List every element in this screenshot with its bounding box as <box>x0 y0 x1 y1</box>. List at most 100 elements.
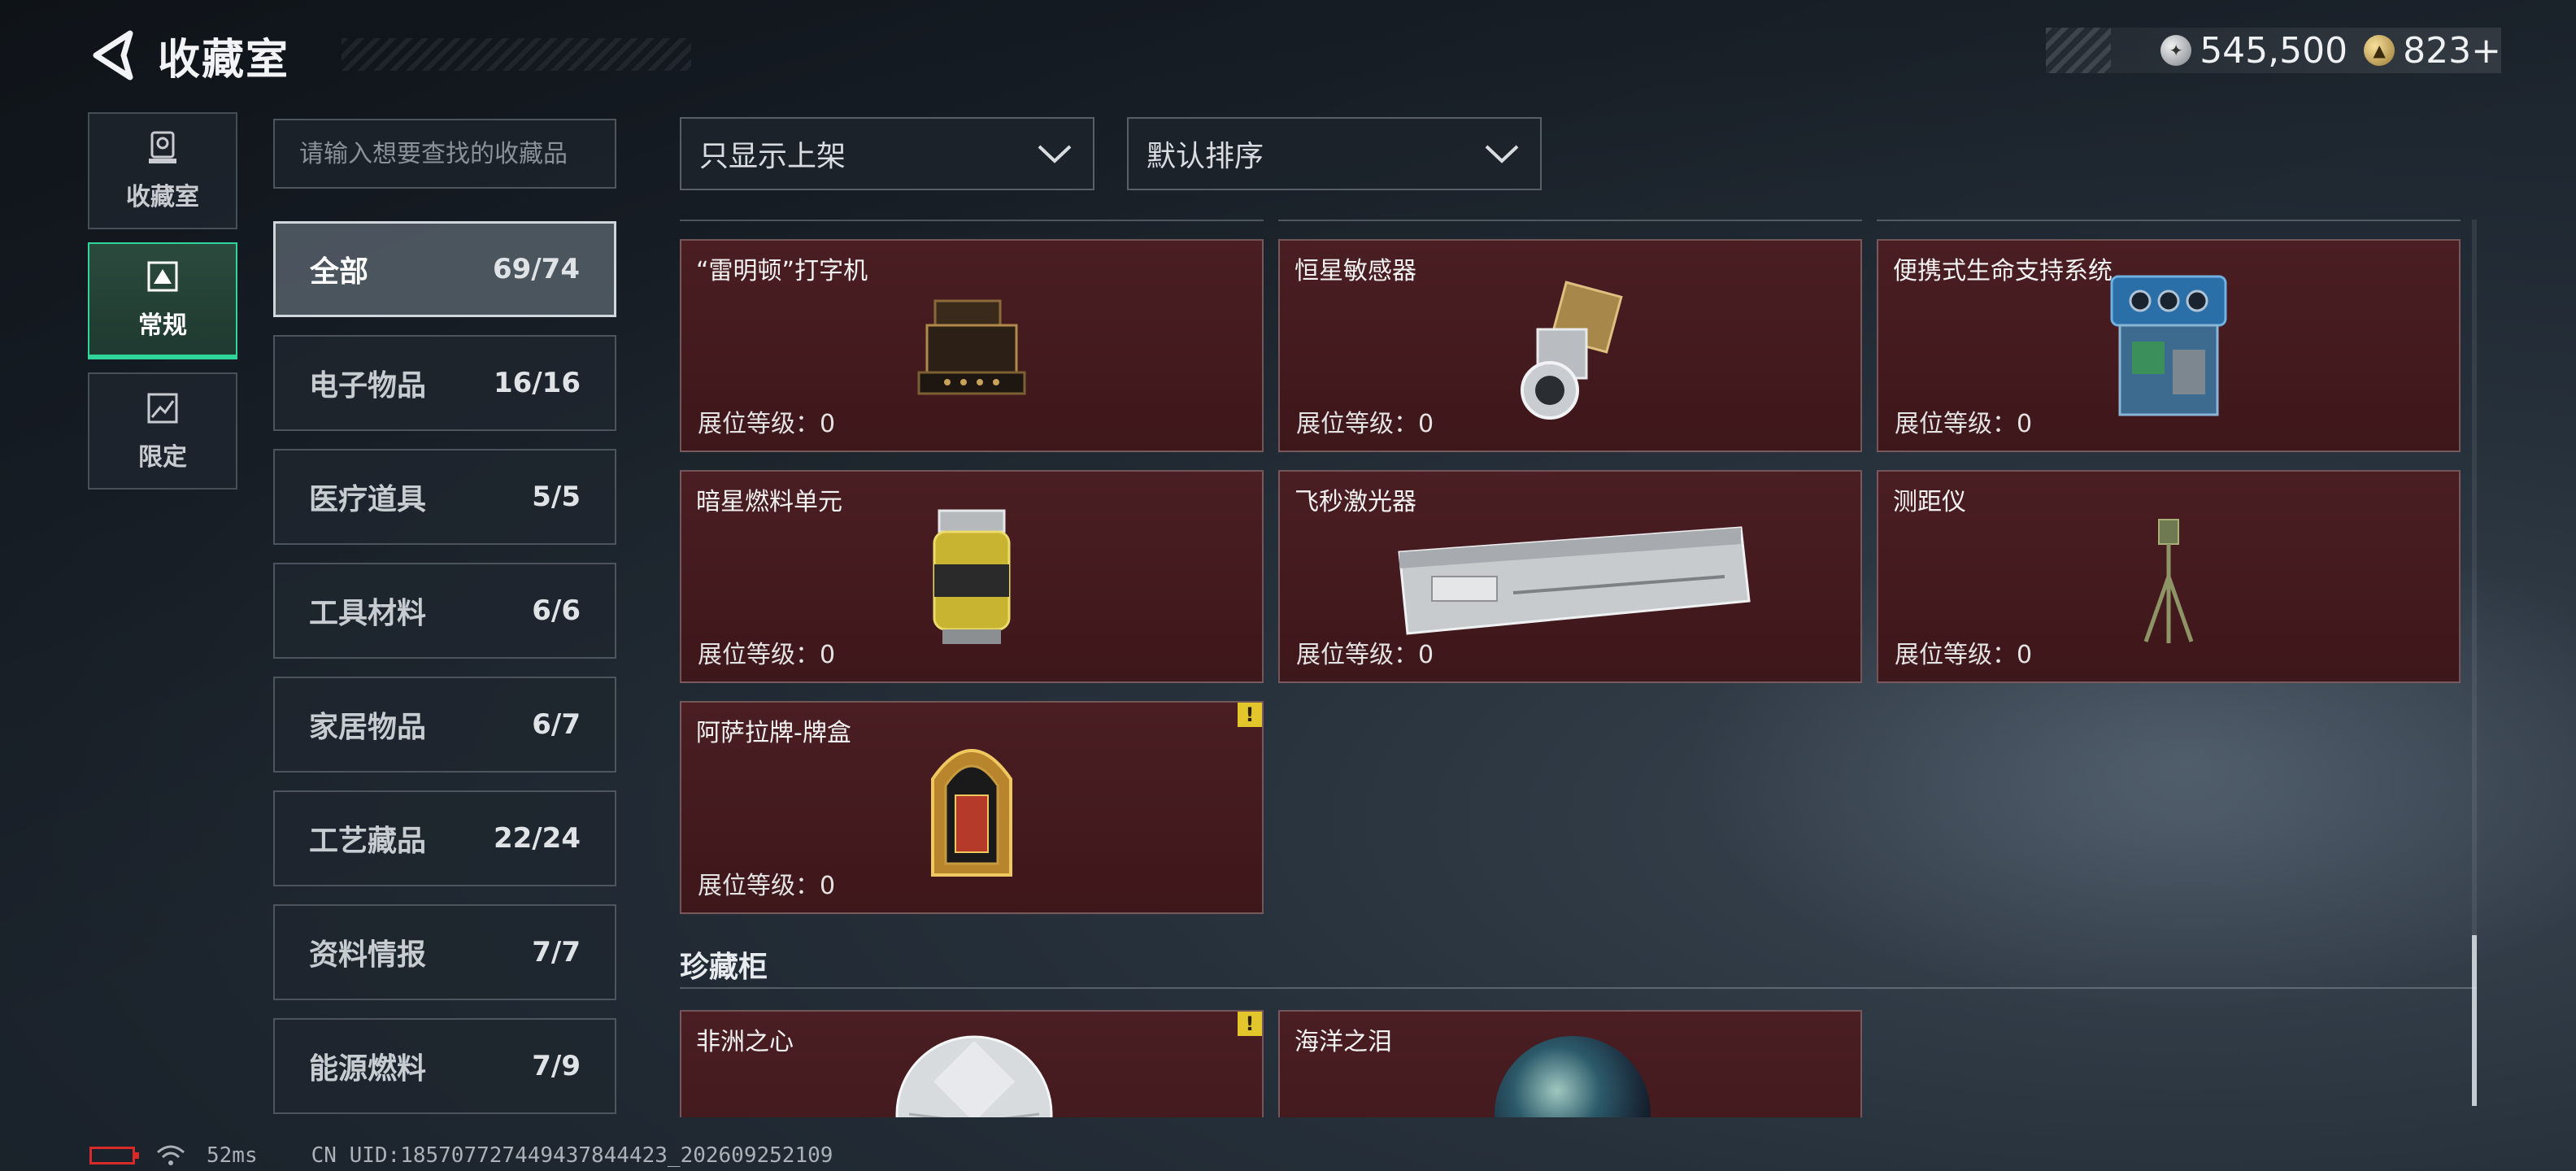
nav-label: 限定 <box>138 443 187 472</box>
item-card[interactable]: 飞秒激光器 展位等级：0 <box>1278 470 1862 683</box>
item-level: 展位等级：0 <box>698 872 836 900</box>
silver-amount: 545,500 <box>2200 29 2348 72</box>
search-input[interactable] <box>299 139 615 168</box>
item-name: 阿萨拉牌-牌盒 <box>696 719 851 747</box>
gold-currency[interactable]: ▲ 823+ <box>2364 30 2501 72</box>
trophy-icon <box>149 131 176 163</box>
category-energy[interactable]: 能源燃料 7/9 <box>273 1018 616 1114</box>
item-card[interactable]: 便携式生命支持系统 展位等级：0 <box>1877 239 2461 452</box>
category-all[interactable]: 全部 69/74 <box>273 221 616 317</box>
back-arrow-icon <box>93 30 133 81</box>
category-count: 5/5 <box>532 481 581 513</box>
gold-coin-icon: ▲ <box>2364 35 2395 66</box>
display-filter-dropdown[interactable]: 只显示上架 <box>680 117 1094 190</box>
category-intel[interactable]: 资料情报 7/7 <box>273 904 616 1000</box>
pearl-image <box>1495 1036 1651 1117</box>
category-label: 工艺藏品 <box>309 825 427 858</box>
gold-amount: 823+ <box>2403 29 2501 72</box>
battery-icon <box>89 1147 139 1164</box>
limited-frame-icon <box>147 393 178 424</box>
item-level: 展位等级：0 <box>1895 410 2033 438</box>
category-count: 6/7 <box>532 708 581 741</box>
nav-collection-room[interactable]: 收藏室 <box>88 112 237 229</box>
showcase-card[interactable]: 海洋之泪 <box>1278 1010 1862 1117</box>
category-household[interactable]: 家居物品 6/7 <box>273 677 616 773</box>
title-decoration <box>342 37 691 71</box>
sort-dropdown[interactable]: 默认排序 <box>1127 117 1542 190</box>
category-count: 69/74 <box>492 253 580 285</box>
item-name: 测距仪 <box>1893 488 1966 516</box>
item-level: 展位等级：0 <box>1296 410 1434 438</box>
nav-label: 收藏室 <box>126 183 199 211</box>
category-label: 能源燃料 <box>309 1052 427 1086</box>
item-level: 展位等级：0 <box>698 641 836 669</box>
nav-label: 常规 <box>138 311 187 340</box>
showcase-card[interactable]: 非洲之心 ! <box>680 1010 1264 1117</box>
item-card[interactable]: 恒星敏感器 展位等级：0 <box>1278 239 1862 452</box>
category-label: 工具材料 <box>309 597 427 630</box>
category-count: 7/9 <box>532 1050 581 1082</box>
chevron-down-icon <box>1038 145 1072 163</box>
left-nav: 收藏室 常规 限定 <box>88 112 237 503</box>
life-support-image <box>2110 275 2227 416</box>
diamond-image <box>895 1035 1053 1117</box>
ping-value: 52ms <box>207 1143 258 1168</box>
back-button[interactable] <box>89 27 138 84</box>
fuel-cell-image <box>933 509 1011 644</box>
category-list: 全部 69/74 电子物品 16/16 医疗道具 5/5 工具材料 6/6 家居… <box>273 221 616 1132</box>
status-bar: 52ms CN UID:185707727449437844423_202609… <box>89 1142 833 1169</box>
category-count: 7/7 <box>532 936 581 969</box>
header: 收藏室 <box>89 23 691 88</box>
wifi-icon <box>157 1145 185 1165</box>
category-label: 家居物品 <box>309 711 427 744</box>
item-name: 非洲之心 <box>696 1028 794 1056</box>
category-crafts[interactable]: 工艺藏品 22/24 <box>273 790 616 886</box>
nav-regular[interactable]: 常规 <box>88 242 237 359</box>
typewriter-image <box>917 299 1026 395</box>
category-label: 资料情报 <box>309 938 427 972</box>
category-label: 电子物品 <box>309 369 427 403</box>
item-card[interactable]: “雷明顿”打字机 展位等级：0 <box>680 239 1264 452</box>
star-sensor-image <box>1521 281 1623 420</box>
item-card[interactable]: 测距仪 展位等级：0 <box>1877 470 2461 683</box>
femtosecond-laser-image <box>1398 526 1751 635</box>
item-level: 展位等级：0 <box>1895 641 2033 669</box>
item-level: 展位等级：0 <box>1296 641 1434 669</box>
alert-icon: ! <box>1238 703 1262 727</box>
silver-currency: ✦ 545,500 <box>2160 30 2348 72</box>
scrollbar-thumb[interactable] <box>2472 935 2477 1106</box>
category-count: 22/24 <box>493 822 581 855</box>
category-tools[interactable]: 工具材料 6/6 <box>273 563 616 659</box>
chevron-down-icon <box>1485 145 1519 163</box>
category-label: 医疗道具 <box>309 483 427 516</box>
dropdown-value: 默认排序 <box>1147 140 1264 173</box>
collection-grid: “雷明顿”打字机 展位等级：0 恒星敏感器 展位等级：0 便携式生命支持系统 展… <box>680 215 2477 1117</box>
item-name: “雷明顿”打字机 <box>696 257 868 285</box>
nav-limited[interactable]: 限定 <box>88 372 237 490</box>
category-medical[interactable]: 医疗道具 5/5 <box>273 449 616 545</box>
alert-icon: ! <box>1238 1012 1262 1036</box>
item-card[interactable]: 阿萨拉牌-牌盒 ! 展位等级：0 <box>680 701 1264 914</box>
rangefinder-image <box>2143 519 2194 643</box>
page-title: 收藏室 <box>158 35 290 85</box>
dropdown-value: 只显示上架 <box>699 140 846 173</box>
showcase-section-title: 珍藏柜 <box>680 951 768 984</box>
scrollbar[interactable] <box>2472 220 2477 1106</box>
category-count: 16/16 <box>493 367 581 399</box>
collection-frame-icon <box>147 261 178 292</box>
search-box <box>273 119 616 189</box>
item-name: 海洋之泪 <box>1295 1028 1392 1056</box>
item-name: 暗星燃料单元 <box>696 488 842 516</box>
category-electronics[interactable]: 电子物品 16/16 <box>273 335 616 431</box>
currency-bar: ✦ 545,500 ▲ 823+ <box>2046 28 2501 73</box>
item-card[interactable]: 暗星燃料单元 展位等级：0 <box>680 470 1264 683</box>
category-label: 全部 <box>310 255 369 289</box>
item-name: 恒星敏感器 <box>1295 257 1416 285</box>
silver-coin-icon: ✦ <box>2160 35 2192 66</box>
previous-row-edge <box>680 220 2477 221</box>
item-level: 展位等级：0 <box>698 410 836 438</box>
user-uid: CN UID:185707727449437844423_20260925210… <box>311 1143 833 1168</box>
item-name: 便携式生命支持系统 <box>1893 257 2113 285</box>
category-count: 6/6 <box>532 594 581 627</box>
section-divider <box>680 987 2477 989</box>
